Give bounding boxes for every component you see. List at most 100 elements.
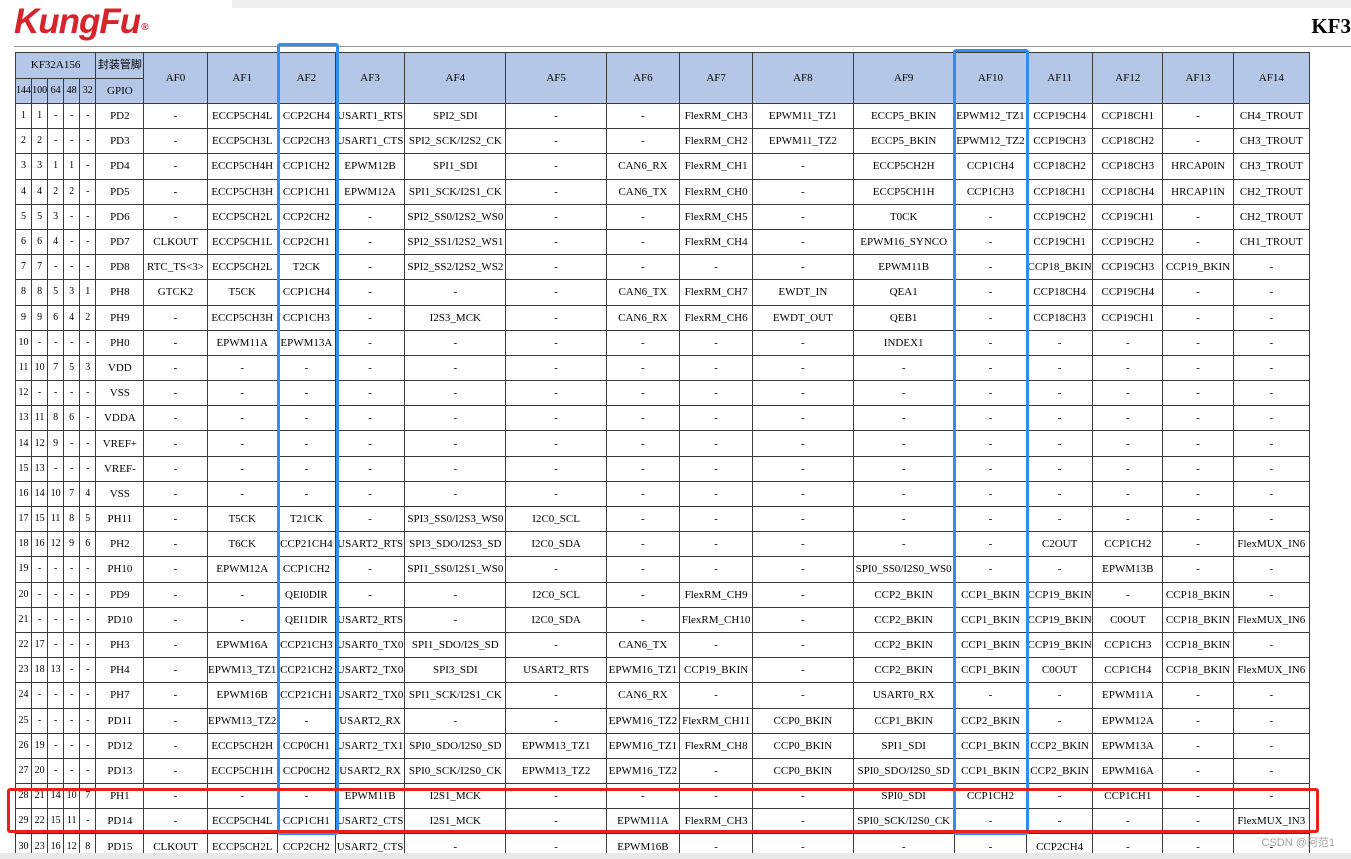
af12-cell: C0OUT (1092, 606, 1164, 633)
af5-cell: - (505, 405, 607, 432)
af8-cell: - (752, 505, 854, 533)
af8-cell: - (752, 581, 854, 608)
gpio-cell: PH7 (95, 682, 145, 709)
af13-cell: - (1162, 128, 1234, 155)
af0-cell: - (143, 606, 208, 633)
pin-col-header: 48 (63, 77, 81, 104)
af2-cell: - (276, 405, 336, 432)
af1-cell: ECCP5CH1L (206, 228, 278, 256)
af8-cell: CCP0_BKIN (752, 757, 854, 785)
pin-number-cell: 13 (47, 657, 65, 684)
gpio-cell: PD13 (95, 757, 145, 785)
af14-cell: FlexMUX_IN6 (1232, 531, 1311, 558)
af10-cell: CCP1_BKIN (953, 631, 1028, 659)
af7-cell: - (678, 455, 754, 482)
pin-number-cell: - (79, 380, 97, 407)
pin-number-cell: - (47, 631, 65, 659)
af12-cell: CCP19CH4 (1092, 279, 1164, 306)
pin-number-cell: 21 (14, 606, 33, 633)
af9-cell: INDEX1 (852, 329, 955, 356)
af1-header: AF1 (206, 52, 278, 104)
af13-cell: - (1162, 808, 1234, 835)
af11-cell: CCP18CH4 (1026, 279, 1094, 306)
af3-cell: - (334, 556, 406, 583)
af4-cell: - (404, 480, 507, 508)
af12-cell: - (1092, 808, 1164, 835)
af8-cell: - (752, 354, 854, 382)
pin-number-cell: 6 (31, 228, 49, 256)
table-row: 9 9 6 4 2 PH9- ECCP5CH3H CCP1CH3- I2S3_MCK - CAN6_… (14, 304, 1311, 331)
af11-cell: - (1026, 480, 1094, 508)
pin-number-cell: - (63, 455, 81, 482)
af10-cell: - (953, 203, 1028, 230)
pin-number-cell: - (47, 455, 65, 482)
pin-number-cell: - (63, 228, 81, 256)
af11-header: AF11 (1026, 52, 1094, 104)
af8-cell: EWDT_IN (752, 279, 854, 306)
pin-alternate-function-table: KF32A156 封装管脚 AF0 AF1 AF2 AF3 AF4 AF5 AF… (14, 52, 1311, 859)
af6-cell: - (605, 128, 681, 155)
af4-cell: - (404, 405, 507, 432)
pin-number-cell: 1 (31, 102, 49, 130)
af6-cell: - (605, 430, 681, 457)
af6-cell: - (605, 480, 681, 508)
af3-cell: EPWM12A (334, 178, 406, 205)
pin-number-cell: 21 (31, 783, 49, 810)
af10-cell: - (953, 329, 1028, 356)
pin-number-cell: 7 (14, 254, 33, 281)
af13-cell: - (1162, 405, 1234, 432)
af3-header: AF3 (334, 52, 406, 104)
af1-cell: ECCP5CH4L (206, 102, 278, 130)
af1-cell: EPWM16A (206, 631, 278, 659)
af1-cell: ECCP5CH2L (206, 254, 278, 281)
af11-cell: CCP19CH3 (1026, 128, 1094, 155)
af14-cell: - (1232, 380, 1311, 407)
af14-cell: - (1232, 430, 1311, 457)
header-rule (14, 46, 1351, 47)
af2-header: AF2 (276, 52, 336, 104)
af5-cell: - (505, 254, 607, 281)
af10-cell: - (953, 304, 1028, 331)
af1-cell: ECCP5CH3H (206, 178, 278, 205)
af10-header: AF10 (953, 52, 1028, 104)
kungfu-logo: KungFu® (14, 2, 149, 41)
af6-cell: CAN6_RX (605, 304, 681, 331)
pin-number-cell: 6 (79, 531, 97, 558)
af11-cell: CCP19CH4 (1026, 102, 1094, 130)
pin-number-cell: 8 (31, 279, 49, 306)
table-row: 13 11 8 6- VDDA - - - - - - - - - - - - - - - (14, 405, 1311, 432)
af1-cell: T5CK (206, 505, 278, 533)
af14-cell: FlexMUX_IN6 (1232, 606, 1311, 633)
af5-cell: - (505, 556, 607, 583)
af7-cell: FlexRM_CH6 (678, 304, 754, 331)
af1-cell: ECCP5CH2H (206, 732, 278, 759)
pin-number-cell: 1 (79, 279, 97, 306)
pin-col-header: 64 (47, 77, 65, 104)
pin-number-cell: 20 (31, 757, 49, 785)
pin-number-cell: 12 (47, 531, 65, 558)
gpio-cell: VREF+ (95, 430, 145, 457)
pin-number-cell: 14 (47, 783, 65, 810)
af11-cell: - (1026, 783, 1094, 810)
af10-cell: - (953, 505, 1028, 533)
af14-cell: CH3_TROUT (1232, 153, 1311, 180)
table-row: 3 3 1 1- PD4- ECCP5CH4H CCP1CH2 EPWM12B SPI1_SDI… (14, 153, 1311, 180)
af12-cell: EPWM13B (1092, 556, 1164, 583)
af12-cell: EPWM12A (1092, 707, 1164, 734)
af8-cell: - (752, 531, 854, 558)
af2-cell: CCP2CH1 (276, 228, 336, 256)
pin-number-cell: - (31, 682, 49, 709)
af1-cell: T5CK (206, 279, 278, 306)
gpio-cell: VSS (95, 380, 145, 407)
af6-cell: - (605, 531, 681, 558)
af0-cell: - (143, 405, 208, 432)
table-row: 23 18 13- - PH4- EPWM13_TZ1 CCP21CH2 USART2_TX0… (14, 657, 1311, 684)
af7-cell: FlexRM_CH10 (678, 606, 754, 633)
af14-cell: - (1232, 631, 1311, 659)
pin-number-cell: - (47, 380, 65, 407)
af8-cell: - (752, 203, 854, 230)
af0-cell: - (143, 430, 208, 457)
af5-cell: USART2_RTS (505, 657, 607, 684)
af1-cell: - (206, 405, 278, 432)
table-row: 12- - - - VSS - - - - - - - - - - - - - - - (14, 380, 1311, 407)
